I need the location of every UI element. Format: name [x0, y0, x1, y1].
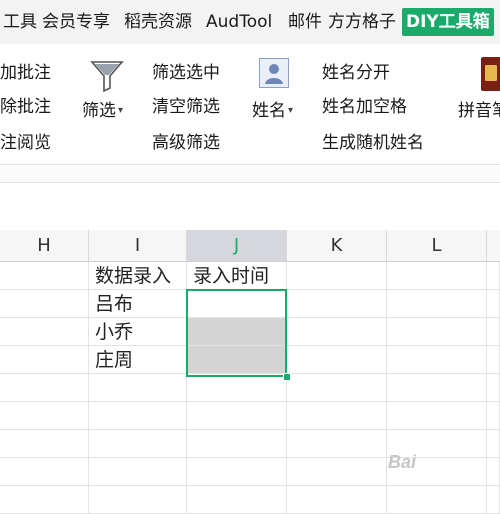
grid-cell[interactable] [387, 374, 487, 402]
grid-cell[interactable] [387, 346, 487, 374]
grid-cell[interactable] [89, 486, 187, 514]
grid-cell[interactable] [89, 374, 187, 402]
name-add-space-button[interactable]: 姓名加空格 [322, 96, 407, 118]
grid-cell[interactable] [0, 402, 89, 430]
cell-j3[interactable] [187, 318, 287, 346]
grid-cell[interactable] [287, 402, 387, 430]
filter-button[interactable]: 筛选 ▾ [82, 100, 123, 122]
formula-bar-area [0, 182, 500, 231]
grid-cell[interactable] [0, 486, 89, 514]
cell-i1[interactable]: 数据录入 [89, 262, 187, 290]
grid-cell[interactable] [287, 318, 387, 346]
chevron-down-icon: ▾ [288, 105, 294, 116]
cell-i2[interactable]: 吕布 [89, 290, 187, 318]
column-header-l[interactable]: L [387, 230, 487, 262]
grid-cell[interactable] [287, 346, 387, 374]
fill-handle[interactable] [283, 373, 291, 381]
grid-cell[interactable] [0, 346, 89, 374]
grid-cell[interactable] [487, 346, 500, 374]
tab-fangfang[interactable]: 方方格子 [325, 8, 399, 36]
column-header-i[interactable]: I [89, 230, 187, 262]
grid-cell[interactable] [187, 402, 287, 430]
menu-tabs: 工具 会员专享 稻壳资源 AudTool 邮件 方方格子 DIY工具箱 [0, 0, 500, 44]
grid-cell[interactable] [0, 374, 89, 402]
random-name-button[interactable]: 生成随机姓名 [322, 132, 424, 154]
column-header-m[interactable] [487, 230, 500, 262]
delete-comment-button[interactable]: 除批注 [0, 96, 51, 118]
grid-cell[interactable] [487, 290, 500, 318]
cell-i3[interactable]: 小乔 [89, 318, 187, 346]
column-header-j[interactable]: J [187, 230, 287, 262]
comment-view-button[interactable]: 注阅览 [0, 132, 51, 154]
tab-audtool[interactable]: AudTool [203, 8, 275, 36]
filter-label: 筛选 [82, 101, 116, 121]
name-button[interactable]: 姓名 ▾ [252, 100, 293, 122]
grid-cell[interactable] [89, 458, 187, 486]
pinyin-icon[interactable] [481, 57, 500, 91]
add-comment-button[interactable]: 加批注 [0, 62, 51, 84]
cell-j4[interactable] [187, 346, 287, 374]
grid-cell[interactable] [0, 318, 89, 346]
chevron-down-icon: ▾ [118, 105, 124, 116]
grid-cell[interactable] [487, 402, 500, 430]
grid-cell[interactable] [187, 486, 287, 514]
ribbon-separator [0, 165, 500, 182]
name-label: 姓名 [252, 101, 286, 121]
grid-cell[interactable] [287, 374, 387, 402]
column-header-h[interactable]: H [0, 230, 89, 262]
grid-cell[interactable] [487, 318, 500, 346]
grid-cell[interactable] [187, 374, 287, 402]
advanced-filter-button[interactable]: 高级筛选 [152, 132, 220, 154]
filter-icon[interactable] [89, 58, 125, 94]
grid-cell[interactable] [0, 430, 89, 458]
clear-filter-button[interactable]: 清空筛选 [152, 96, 220, 118]
grid-cell[interactable] [387, 262, 487, 290]
grid-cell[interactable] [89, 402, 187, 430]
grid-cell[interactable] [187, 430, 287, 458]
column-header-k[interactable]: K [287, 230, 387, 262]
tab-member[interactable]: 会员专享 [39, 8, 113, 36]
grid-cell[interactable] [487, 430, 500, 458]
tab-docer[interactable]: 稻壳资源 [121, 8, 195, 36]
grid-cell[interactable] [487, 262, 500, 290]
grid-cell[interactable] [487, 486, 500, 514]
grid-cell[interactable] [387, 402, 487, 430]
grid-cell[interactable] [0, 290, 89, 318]
grid-cell[interactable] [89, 430, 187, 458]
grid-cell[interactable] [387, 318, 487, 346]
grid-cell[interactable] [487, 458, 500, 486]
cell-j1[interactable]: 录入时间 [187, 262, 287, 290]
grid-cell[interactable] [287, 486, 387, 514]
grid-cell[interactable] [0, 458, 89, 486]
watermark-logo: Bai [388, 452, 417, 472]
grid-cell[interactable] [287, 290, 387, 318]
grid-cell[interactable] [487, 374, 500, 402]
cell-i4[interactable]: 庄周 [89, 346, 187, 374]
grid-cell[interactable] [287, 430, 387, 458]
pinyin-button[interactable]: 拼音笔 [458, 100, 500, 122]
grid-cell[interactable] [287, 262, 387, 290]
grid-cell[interactable] [187, 458, 287, 486]
grid-cell[interactable] [287, 458, 387, 486]
filter-selected-button[interactable]: 筛选选中 [152, 62, 220, 84]
grid-cell[interactable] [387, 290, 487, 318]
tab-tools[interactable]: 工具 [0, 8, 40, 36]
cell-j2[interactable] [187, 290, 287, 318]
ribbon: 加批注 除批注 注阅览 筛选 ▾ 筛选选中 清空筛选 高级筛选 姓名 ▾ 姓名分开 … [0, 44, 500, 165]
grid-cell[interactable] [387, 486, 487, 514]
tab-diy-toolbox[interactable]: DIY工具箱 [402, 8, 494, 36]
tab-mail[interactable]: 邮件 [285, 8, 325, 36]
split-name-button[interactable]: 姓名分开 [322, 62, 390, 84]
grid-cell[interactable] [0, 262, 89, 290]
name-icon[interactable] [259, 58, 289, 88]
